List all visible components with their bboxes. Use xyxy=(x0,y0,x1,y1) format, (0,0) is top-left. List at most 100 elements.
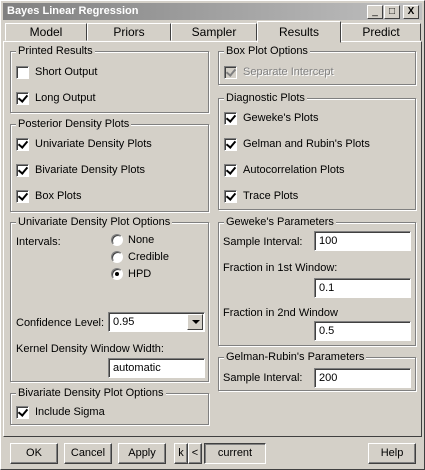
tab-label: Sampler xyxy=(191,25,237,39)
checkbox-box xyxy=(224,137,237,151)
geweke-plots-checkbox[interactable]: Geweke's Plots xyxy=(224,110,318,126)
fraction-second-window-label: Fraction in 2nd Window xyxy=(223,307,338,319)
input-value: 200 xyxy=(319,372,338,384)
checkbox-box xyxy=(16,137,29,151)
group-title: Univariate Density Plot Options xyxy=(16,215,173,229)
tab-label: Predict xyxy=(362,25,400,39)
button-label: Cancel xyxy=(70,447,106,459)
gelman-rubin-plots-checkbox[interactable]: Gelman and Rubin's Plots xyxy=(224,136,370,152)
checkbox-label: Box Plots xyxy=(35,190,82,202)
tab-label: Model xyxy=(29,25,63,39)
box-plots-checkbox[interactable]: Box Plots xyxy=(16,188,81,204)
button-label: Help xyxy=(380,447,404,459)
radio-circle xyxy=(111,251,123,263)
group-title: Printed Results xyxy=(16,44,95,58)
checkbox-box xyxy=(16,65,29,79)
chevron-down-icon[interactable] xyxy=(187,314,203,330)
geweke-sample-interval-label: Sample Interval: xyxy=(223,236,303,248)
checkbox-box xyxy=(16,189,29,203)
input-value: 0.5 xyxy=(319,325,335,337)
intervals-label: Intervals: xyxy=(16,236,61,248)
kernel-width-value: automatic xyxy=(113,362,161,374)
fraction-second-window-input[interactable]: 0.5 xyxy=(314,321,411,341)
apply-button[interactable]: Apply xyxy=(118,443,166,464)
group-title: Diagnostic Plots xyxy=(224,91,307,105)
close-icon: X xyxy=(407,6,415,17)
dialog-window: Bayes Linear Regression _ □ X Model Prio… xyxy=(0,0,425,470)
long-output-checkbox[interactable]: Long Output xyxy=(16,90,96,106)
radio-label: Credible xyxy=(128,251,169,263)
group-title: Bivariate Density Plot Options xyxy=(16,386,166,400)
button-label: Apply xyxy=(128,447,156,459)
group-title: Box Plot Options xyxy=(224,44,310,58)
tab-sampler[interactable]: Sampler xyxy=(171,23,257,41)
checkbox-box xyxy=(16,163,29,177)
separate-intercept-checkbox[interactable]: Separate Intercept xyxy=(224,64,334,80)
checkbox-label: Bivariate Density Plots xyxy=(35,164,146,176)
checkbox-box xyxy=(16,405,29,419)
button-label: OK xyxy=(26,447,42,459)
radio-credible[interactable]: Credible xyxy=(111,249,169,265)
bivariate-density-checkbox[interactable]: Bivariate Density Plots xyxy=(16,162,145,178)
help-button[interactable]: Help xyxy=(368,443,416,464)
tab-label: Priors xyxy=(113,25,145,39)
checkbox-label: Autocorrelation Plots xyxy=(243,164,345,176)
group-title: Geweke's Parameters xyxy=(224,215,336,229)
tab-model[interactable]: Model xyxy=(5,23,87,41)
geweke-sample-interval-input[interactable]: 100 xyxy=(314,231,411,251)
close-button[interactable]: X xyxy=(403,5,419,19)
minimize-button[interactable]: _ xyxy=(367,5,383,19)
group-title: Posterior Density Plots xyxy=(16,117,132,131)
short-output-checkbox[interactable]: Short Output xyxy=(16,64,97,80)
maximize-icon: □ xyxy=(388,6,396,17)
trace-plots-checkbox[interactable]: Trace Plots xyxy=(224,188,298,204)
checkbox-label: Trace Plots xyxy=(243,190,299,202)
tab-predict[interactable]: Predict xyxy=(341,23,421,41)
kernel-width-label: Kernel Density Window Width: xyxy=(16,343,164,355)
tab-priors[interactable]: Priors xyxy=(87,23,171,41)
fraction-first-window-label: Fraction in 1st Window: xyxy=(223,262,338,274)
input-value: 100 xyxy=(319,235,338,247)
checkbox-box xyxy=(224,163,237,177)
next-button[interactable]: < xyxy=(188,443,202,464)
gelman-sample-interval-input[interactable]: 200 xyxy=(314,368,411,388)
checkbox-box xyxy=(16,91,29,105)
next-icon: < xyxy=(191,447,199,459)
minimize-icon: _ xyxy=(372,6,378,17)
radio-none[interactable]: None xyxy=(111,232,154,248)
gelman-sample-interval-label: Sample Interval: xyxy=(223,372,303,384)
input-value: 0.1 xyxy=(319,282,335,294)
title-bar[interactable]: Bayes Linear Regression _ □ X xyxy=(3,3,422,20)
current-state-button[interactable]: current xyxy=(204,443,266,464)
tab-label: Results xyxy=(278,25,319,39)
kernel-width-input[interactable]: automatic xyxy=(108,358,205,378)
fraction-first-window-input[interactable]: 0.1 xyxy=(314,278,411,298)
checkbox-label: Include Sigma xyxy=(35,406,105,418)
checkbox-label: Long Output xyxy=(35,92,96,104)
confidence-level-value: 0.95 xyxy=(113,316,135,328)
confidence-level-select[interactable]: 0.95 xyxy=(108,312,205,332)
radio-label: None xyxy=(128,234,155,246)
autocorrelation-plots-checkbox[interactable]: Autocorrelation Plots xyxy=(224,162,345,178)
previous-button[interactable]: k xyxy=(174,443,188,464)
cancel-button[interactable]: Cancel xyxy=(64,443,112,464)
include-sigma-checkbox[interactable]: Include Sigma xyxy=(16,404,105,420)
window-title: Bayes Linear Regression xyxy=(7,5,139,17)
checkbox-label: Geweke's Plots xyxy=(243,112,319,124)
confidence-level-label: Confidence Level: xyxy=(16,317,105,329)
tab-results[interactable]: Results xyxy=(257,21,341,43)
checkbox-label: Short Output xyxy=(35,66,98,78)
checkbox-box xyxy=(224,189,237,203)
radio-circle xyxy=(111,234,123,246)
checkbox-box xyxy=(224,65,237,79)
button-label: current xyxy=(217,447,253,459)
univariate-density-checkbox[interactable]: Univariate Density Plots xyxy=(16,136,152,152)
checkbox-label: Gelman and Rubin's Plots xyxy=(243,138,370,150)
radio-hpd[interactable]: HPD xyxy=(111,266,151,282)
maximize-button[interactable]: □ xyxy=(384,5,400,19)
ok-button[interactable]: OK xyxy=(10,443,58,464)
checkbox-label: Univariate Density Plots xyxy=(35,138,152,150)
checkbox-box xyxy=(224,111,237,125)
prev-icon: k xyxy=(178,447,184,459)
radio-label: HPD xyxy=(128,268,152,280)
